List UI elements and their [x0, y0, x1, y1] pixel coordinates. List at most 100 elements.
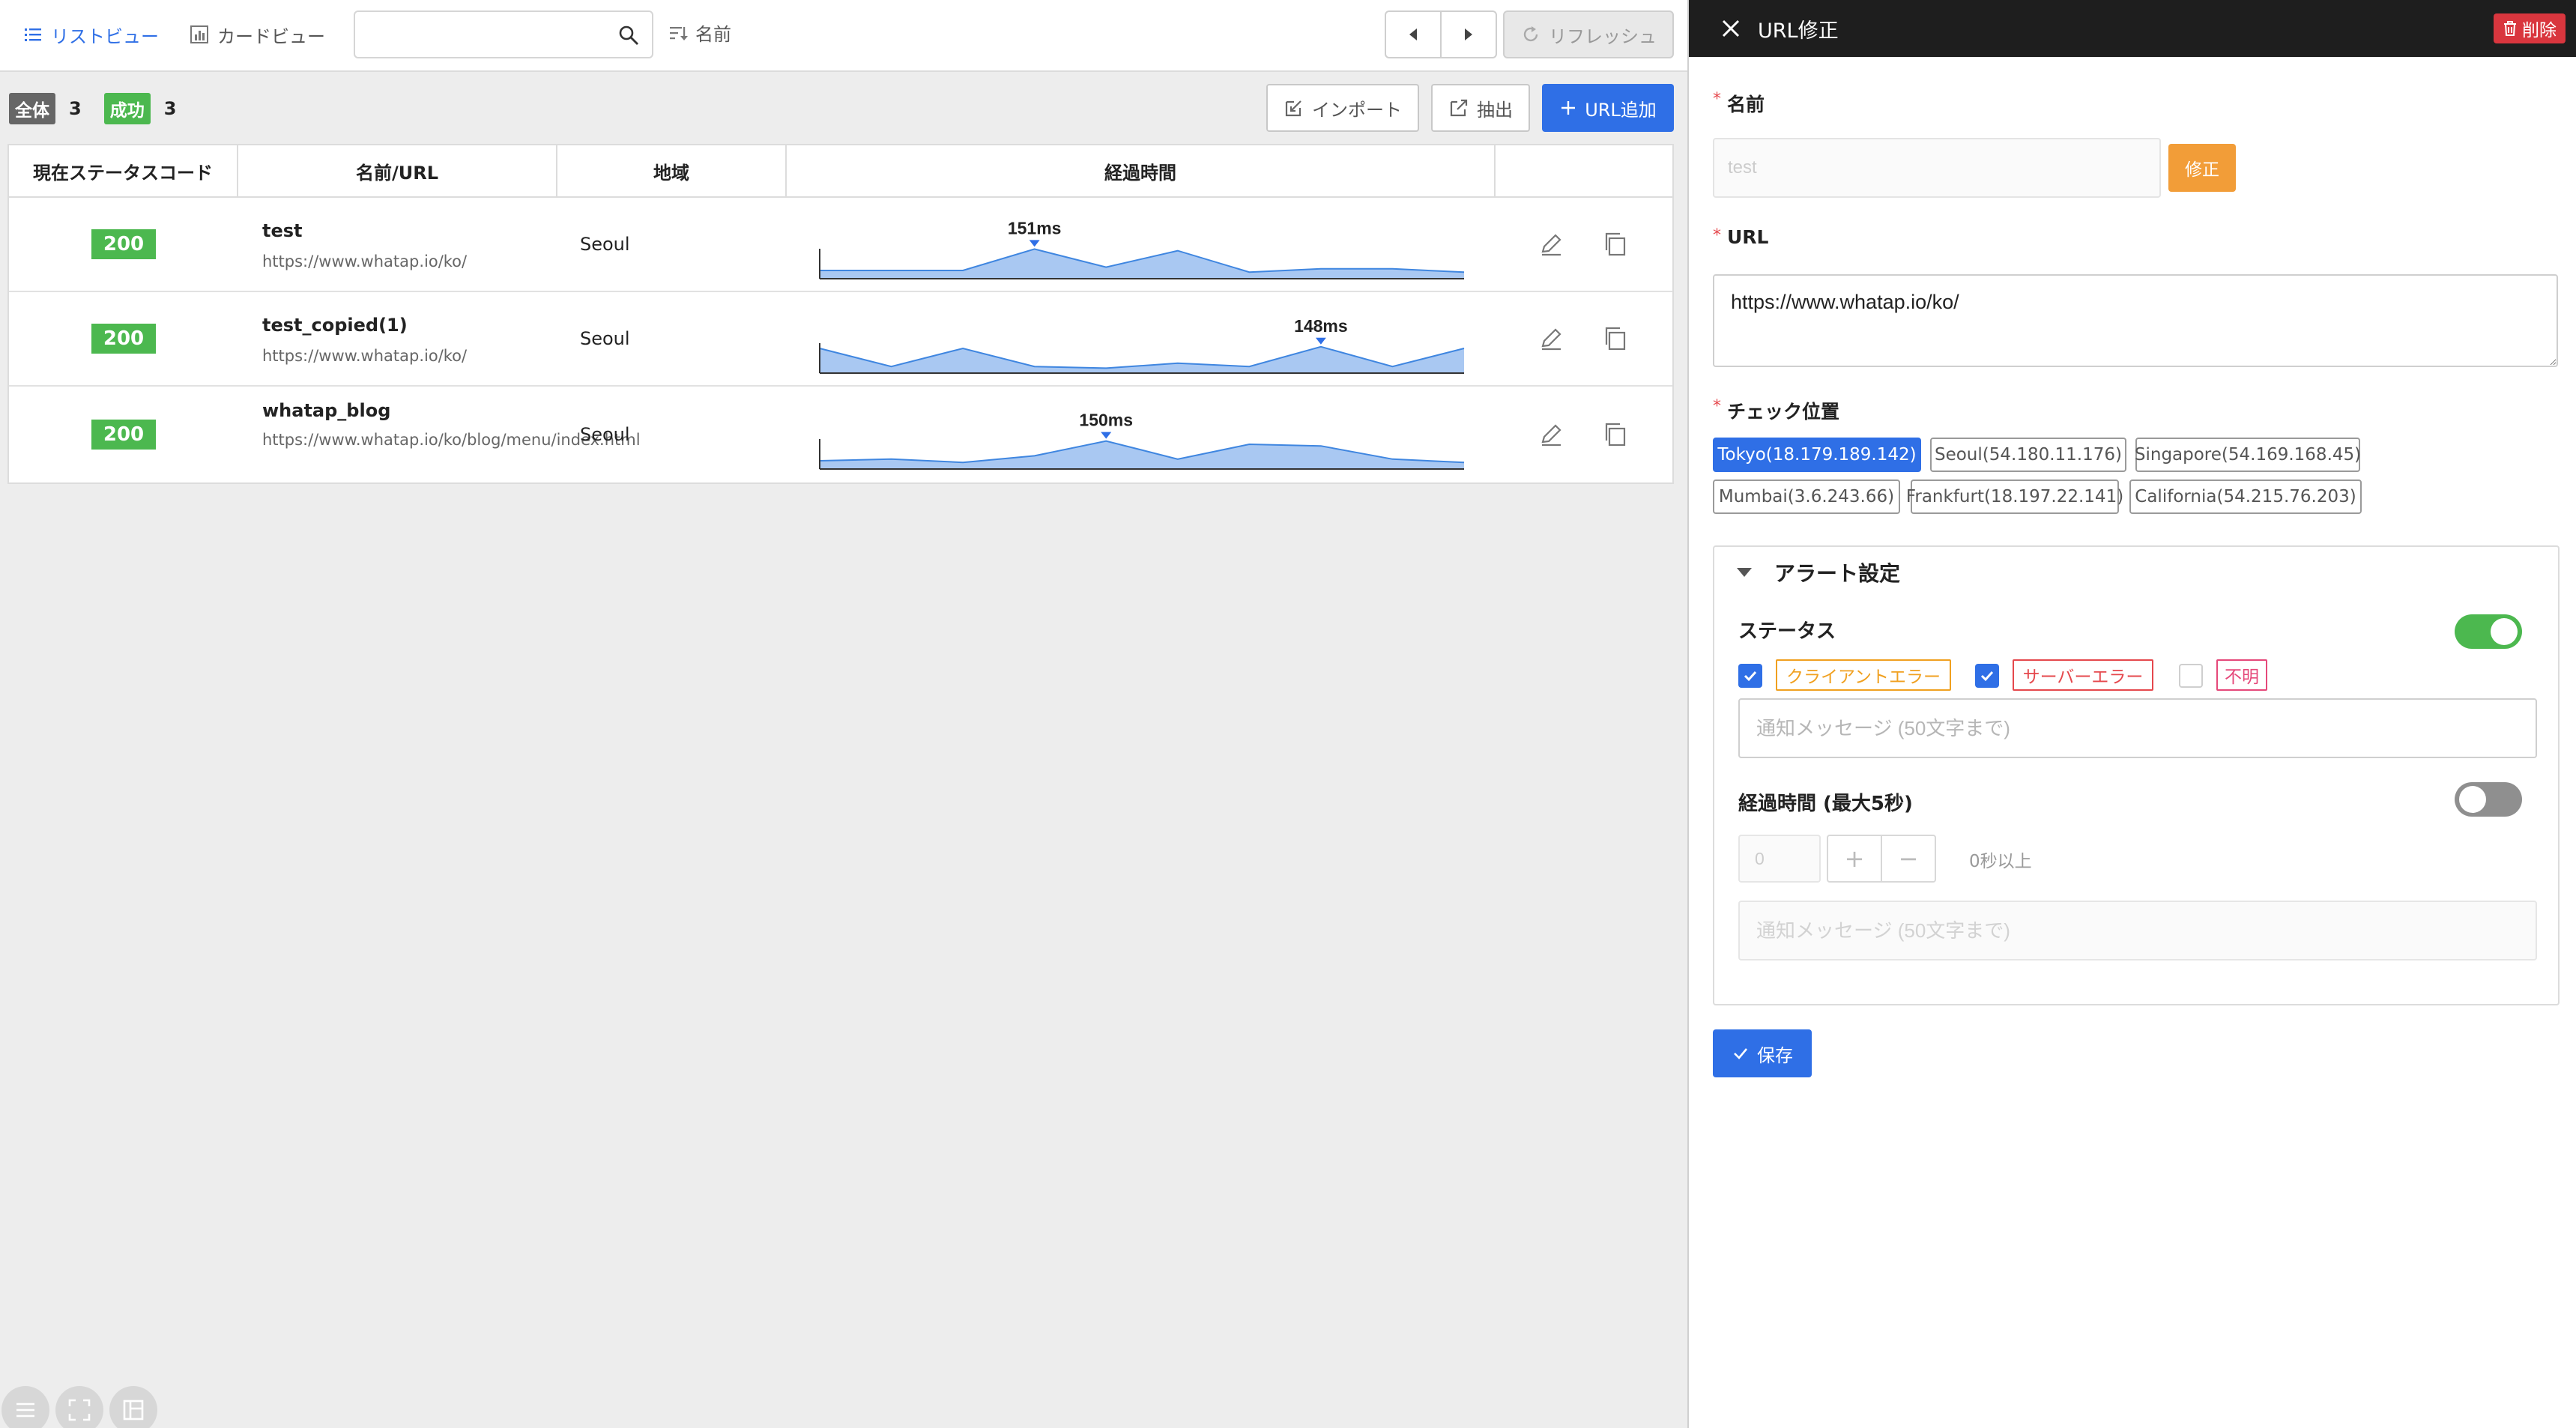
save-label: 保存 [1757, 1044, 1793, 1066]
latency-sparkline: 151ms [819, 218, 1465, 279]
location-chip-california[interactable]: California(54.215.76.203) [2129, 479, 2362, 514]
increment-button[interactable]: + [1827, 835, 1882, 883]
url-address: https://www.whatap.io/ko/ [262, 252, 468, 270]
card-view-label: カードビュー [217, 25, 325, 47]
url-field-label: * URL [1713, 226, 1768, 248]
success-badge[interactable]: 成功 [103, 93, 151, 124]
import-icon [1285, 100, 1301, 117]
table-row[interactable]: 200 test_copied(1) https://www.whatap.io… [9, 292, 1672, 387]
sort-label: 名前 [695, 24, 731, 45]
required-mark: * [1713, 90, 1721, 109]
region-text: Seoul [580, 328, 630, 349]
peak-marker [1101, 432, 1112, 439]
list-icon [25, 28, 41, 41]
required-mark: * [1713, 397, 1721, 416]
next-page-button[interactable] [1440, 10, 1497, 58]
column-header-elapsed: 経過時間 [787, 145, 1496, 196]
status-code-badge: 200 [91, 324, 156, 354]
prev-page-button[interactable] [1385, 10, 1442, 58]
panel-title: URL修正 [1758, 19, 1839, 43]
layout-button[interactable] [109, 1386, 157, 1428]
latency-sparkline: 148ms [819, 316, 1465, 374]
url-name[interactable]: test [262, 220, 303, 241]
elapsed-alert-toggle[interactable] [2455, 782, 2522, 817]
save-button[interactable]: 保存 [1713, 1029, 1812, 1077]
alert-settings-title: アラート設定 [1774, 561, 1901, 586]
search-box [354, 10, 653, 58]
import-button[interactable]: インポート [1266, 84, 1419, 132]
location-chip-tokyo[interactable]: Tokyo(18.179.189.142) [1713, 438, 1921, 472]
bar-chart-icon [190, 25, 208, 43]
list-view-tab[interactable]: リストビュー [22, 19, 159, 49]
all-badge[interactable]: 全体 [9, 93, 55, 124]
search-icon[interactable] [617, 24, 640, 46]
latency-sparkline: 150ms [819, 411, 1465, 470]
caret-down-icon [1737, 568, 1752, 577]
elapsed-seconds-input[interactable] [1738, 835, 1821, 883]
url-name[interactable]: test_copied(1) [262, 315, 408, 336]
plus-icon [1561, 101, 1576, 115]
location-chip-frankfurt[interactable]: Frankfurt(18.197.22.141) [1906, 479, 2123, 514]
location-chip-singapore[interactable]: Singapore(54.169.168.45) [2135, 438, 2361, 472]
refresh-button[interactable]: リフレッシュ [1503, 10, 1674, 58]
status-code-badge: 200 [91, 229, 156, 259]
column-header-region: 地域 [557, 145, 787, 196]
url-address: https://www.whatap.io/ko/ [262, 347, 468, 365]
edit-name-button[interactable]: 修正 [2168, 144, 2236, 192]
elapsed-message-input[interactable] [1738, 901, 2537, 960]
export-button[interactable]: 抽出 [1431, 84, 1530, 132]
name-field[interactable] [1713, 138, 2161, 198]
url-name[interactable]: whatap_blog [262, 400, 390, 421]
alert-settings-section: アラート設定 ステータス クライアントエラー サーバーエラー 不明 経過時間 (… [1713, 545, 2560, 1005]
copy-icon[interactable] [1600, 324, 1630, 354]
server-error-checkbox[interactable] [1975, 664, 1999, 688]
edit-icon[interactable] [1536, 420, 1566, 450]
card-view-tab[interactable]: カードビュー [189, 19, 325, 49]
sparkline-area [820, 249, 1464, 279]
status-alert-toggle[interactable] [2455, 614, 2522, 649]
refresh-label: リフレッシュ [1549, 25, 1657, 47]
location-label-text: チェック位置 [1727, 401, 1840, 423]
import-label: インポート [1312, 99, 1402, 121]
top-toolbar: リストビュー カードビュー 名前 リフレッシュ [0, 0, 1687, 72]
delete-label: 削除 [2522, 21, 2557, 40]
server-error-tag: サーバーエラー [2013, 659, 2153, 691]
table-row[interactable]: 200 whatap_blog https://www.whatap.io/ko… [9, 387, 1672, 482]
table-row[interactable]: 200 test https://www.whatap.io/ko/ Seoul… [9, 198, 1672, 292]
location-chip-mumbai[interactable]: Mumbai(3.6.243.66) [1713, 479, 1900, 514]
alert-settings-toggle[interactable]: アラート設定 [1737, 557, 1900, 587]
export-label: 抽出 [1477, 99, 1513, 121]
delete-button[interactable]: 削除 [2494, 13, 2566, 43]
close-icon[interactable] [1716, 13, 1746, 43]
unknown-checkbox[interactable] [2179, 664, 2203, 688]
toggle-knob [2491, 618, 2518, 645]
collapse-control-button[interactable] [1, 1386, 49, 1428]
column-header-name: 名前/URL [238, 145, 557, 196]
add-url-button[interactable]: URL追加 [1542, 84, 1674, 132]
required-mark: * [1713, 226, 1721, 245]
copy-icon[interactable] [1600, 420, 1630, 450]
check-icon [1734, 1048, 1747, 1059]
edit-icon[interactable] [1536, 229, 1566, 259]
url-field[interactable]: https://www.whatap.io/ko/ [1713, 274, 2558, 367]
table-header: 現在ステータスコード 名前/URL 地域 経過時間 [9, 145, 1672, 198]
location-chip-seoul[interactable]: Seoul(54.180.11.176) [1930, 438, 2126, 472]
copy-icon[interactable] [1600, 229, 1630, 259]
status-message-input[interactable] [1738, 698, 2537, 758]
chevron-left-icon [1409, 28, 1417, 40]
fullscreen-button[interactable] [55, 1386, 103, 1428]
url-monitor-list-area: リストビュー カードビュー 名前 リフレッシュ 全体 3 成功 3 インポート [0, 0, 1687, 1428]
peak-latency-label: 151ms [1008, 218, 1062, 238]
chevron-right-icon [1465, 28, 1472, 40]
success-count: 3 [163, 98, 177, 119]
peak-marker [1029, 240, 1040, 247]
client-error-checkbox[interactable] [1738, 664, 1762, 688]
name-field-label: * 名前 [1713, 90, 1765, 117]
decrement-button[interactable]: − [1881, 835, 1936, 883]
edit-icon[interactable] [1536, 324, 1566, 354]
url-address: https://www.whatap.io/ko/blog/menu/index… [262, 431, 641, 449]
search-input[interactable] [355, 12, 595, 55]
sort-button[interactable]: 名前 [668, 19, 731, 46]
client-error-tag: クライアントエラー [1776, 659, 1951, 691]
panel-header: URL修正 削除 [1689, 0, 2576, 57]
